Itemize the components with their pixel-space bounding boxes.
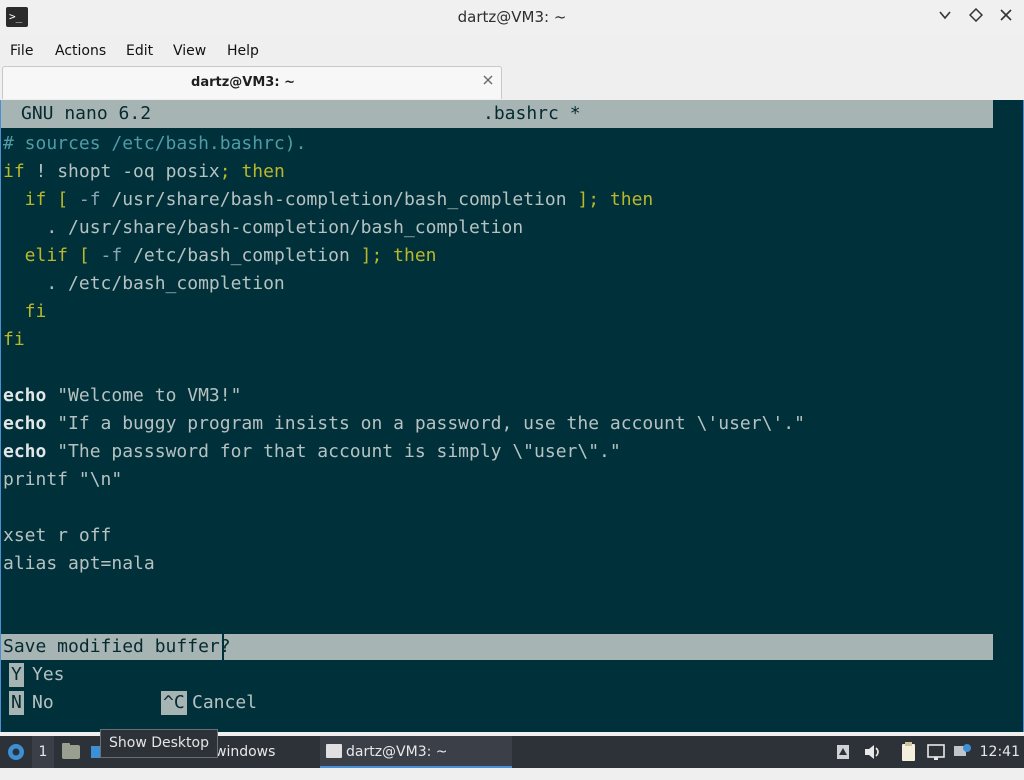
code-line: . /usr/share/bash-completion/bash_comple… xyxy=(3,217,524,238)
chevron-up-icon xyxy=(837,745,849,759)
tab-label: dartz@VM3: ~ xyxy=(191,75,295,90)
code-line: echo "If a buggy program insists on a pa… xyxy=(3,410,805,438)
clipboard-icon xyxy=(902,742,915,761)
option-key-no[interactable]: N xyxy=(9,691,24,715)
tab-bar: dartz@VM3: ~ xyxy=(0,66,1024,100)
code-line: fi xyxy=(3,301,47,322)
code-line: printf "\n" xyxy=(3,469,123,490)
command: echo xyxy=(3,385,47,406)
start-menu-button[interactable] xyxy=(6,736,26,768)
chevron-down-icon xyxy=(939,11,951,20)
menu-bar: File Actions Edit View Help xyxy=(0,38,1024,64)
keyword: ; then xyxy=(219,161,285,182)
menu-file[interactable]: File xyxy=(10,43,33,59)
show-desktop-tooltip: Show Desktop xyxy=(100,729,218,758)
keyword: elif xyxy=(3,245,69,266)
diamond-icon xyxy=(968,7,984,23)
code-line: xset r off xyxy=(3,525,112,546)
clock[interactable]: 12:41 xyxy=(980,736,1020,768)
code-line: . /etc/bash_completion xyxy=(3,273,285,294)
volume-button[interactable] xyxy=(862,736,884,768)
tray-arrow-button[interactable] xyxy=(836,736,852,768)
menu-edit[interactable]: Edit xyxy=(126,43,153,59)
terminal-view[interactable]: GNU nano 6.2 .bashrc * # sources /etc/ba… xyxy=(0,100,1024,732)
terminal-icon xyxy=(326,744,342,758)
file-manager-launcher[interactable] xyxy=(60,736,84,768)
network-button[interactable] xyxy=(952,736,974,768)
close-button[interactable] xyxy=(995,6,1017,28)
code-text: "If a buggy program insists on a passwor… xyxy=(46,413,805,434)
command: echo xyxy=(3,413,47,434)
code-text: ! shopt -oq posix xyxy=(24,161,220,182)
keyword: ]; then xyxy=(360,245,437,266)
code-text: "Welcome to VM3!" xyxy=(46,385,242,406)
tab-terminal[interactable]: dartz@VM3: ~ xyxy=(2,66,502,99)
tab-close-button[interactable] xyxy=(479,72,497,90)
workspace-switcher[interactable]: 1 xyxy=(32,736,54,768)
save-prompt[interactable]: Save modified buffer? xyxy=(1,634,993,660)
nano-version: GNU nano 6.2 xyxy=(21,103,152,124)
option-label-cancel: Cancel xyxy=(192,692,258,713)
windows-label[interactable]: windows xyxy=(215,736,275,768)
menu-help[interactable]: Help xyxy=(227,43,259,59)
close-icon xyxy=(1000,9,1012,21)
flag: -f xyxy=(78,189,101,210)
window-title: dartz@VM3: ~ xyxy=(457,8,567,26)
keyword: if xyxy=(3,161,25,182)
bracket: [ xyxy=(68,245,101,266)
title-bar[interactable]: >_ dartz@VM3: ~ xyxy=(0,0,1024,36)
option-label-no: No xyxy=(32,692,54,713)
task-terminal[interactable]: dartz@VM3: ~ xyxy=(320,736,512,768)
code-line: if [ -f /usr/share/bash-completion/bash_… xyxy=(3,186,654,214)
code-line: fi xyxy=(3,329,25,350)
code-text: /etc/bash_completion xyxy=(122,245,361,266)
command: echo xyxy=(3,441,47,462)
code-text: "The passsword for that account is simpl… xyxy=(46,441,621,462)
code-line: elif [ -f /etc/bash_completion ]; then xyxy=(3,242,437,270)
display-button[interactable] xyxy=(926,736,948,768)
menu-actions[interactable]: Actions xyxy=(55,43,106,59)
option-key-yes[interactable]: Y xyxy=(9,663,24,687)
task-label: dartz@VM3: ~ xyxy=(346,744,448,760)
network-icon xyxy=(954,744,971,756)
nano-header: GNU nano 6.2 .bashrc * xyxy=(1,100,993,128)
keyword: ]; then xyxy=(577,189,654,210)
minimize-button[interactable] xyxy=(934,6,956,28)
speaker-icon xyxy=(865,745,879,759)
option-key-cancel[interactable]: ^C xyxy=(161,691,187,715)
nano-filename: .bashrc * xyxy=(483,103,581,124)
code-line: alias apt=nala xyxy=(3,553,155,574)
monitor-icon xyxy=(927,744,945,760)
menu-view[interactable]: View xyxy=(173,43,206,59)
code-line: echo "The passsword for that account is … xyxy=(3,438,621,466)
prompt-text: Save modified buffer? xyxy=(3,636,231,657)
bracket: [ xyxy=(46,189,79,210)
code-line: # sources /etc/bash.bashrc). xyxy=(3,133,307,154)
maximize-button[interactable] xyxy=(965,6,987,28)
keyword: if xyxy=(3,189,47,210)
code-line: echo "Welcome to VM3!" xyxy=(3,382,241,410)
start-menu-icon xyxy=(8,744,24,760)
option-label-yes: Yes xyxy=(32,664,65,685)
clipboard-button[interactable] xyxy=(898,736,920,768)
flag: -f xyxy=(100,245,123,266)
text-cursor xyxy=(222,634,224,660)
folder-icon xyxy=(62,743,80,759)
code-text: /usr/share/bash-completion/bash_completi… xyxy=(100,189,578,210)
close-icon xyxy=(483,75,493,85)
code-line: if ! shopt -oq posix; then xyxy=(3,158,285,186)
